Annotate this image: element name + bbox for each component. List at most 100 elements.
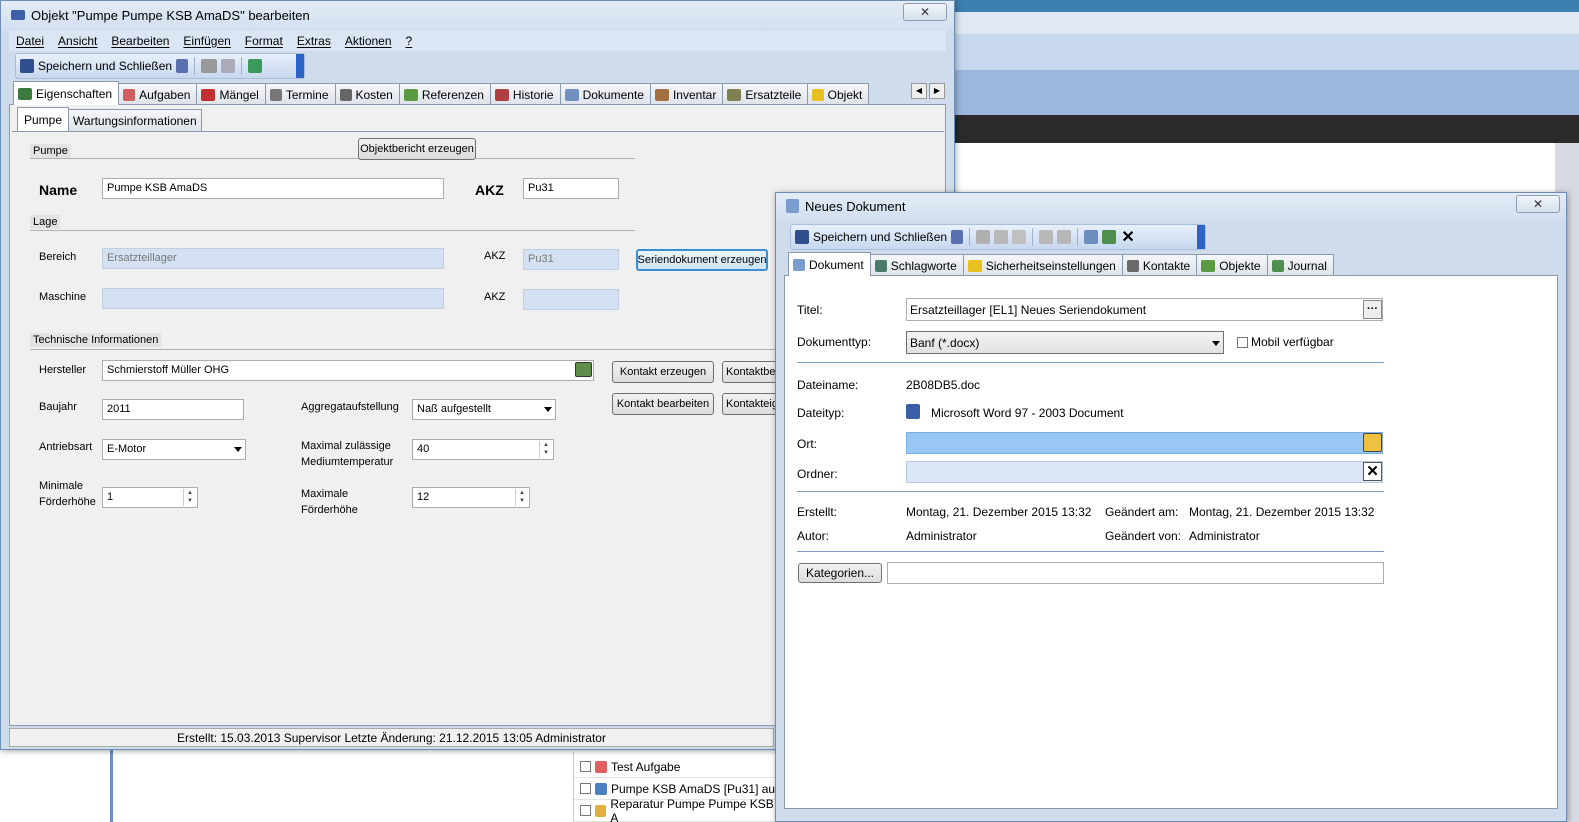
menu-help[interactable]: ? bbox=[399, 34, 420, 48]
contact-card-icon[interactable] bbox=[575, 362, 592, 377]
save-close-button[interactable]: Speichern und Schließen bbox=[38, 59, 172, 73]
close-button[interactable]: ✕ bbox=[1516, 195, 1560, 213]
spin-arrows-icon[interactable]: ▲ ▼ bbox=[539, 441, 552, 458]
ort-field[interactable] bbox=[906, 432, 1383, 454]
tab-label: Mängel bbox=[219, 87, 259, 102]
attach-icon[interactable] bbox=[1102, 230, 1117, 244]
checkbox[interactable] bbox=[580, 805, 591, 816]
maxfh-label-line1: Maximale bbox=[301, 488, 349, 500]
copy-icon[interactable] bbox=[994, 230, 1009, 244]
list-item[interactable]: Test Aufgabe bbox=[574, 756, 779, 778]
tab-pumpe[interactable]: Pumpe bbox=[17, 107, 70, 131]
properties-icon bbox=[18, 87, 32, 100]
scroll-left-icon[interactable]: ◀ bbox=[911, 83, 927, 99]
paste-icon[interactable] bbox=[1012, 230, 1027, 244]
checkbox[interactable] bbox=[580, 761, 591, 772]
tab-wartungsinformationen[interactable]: Wartungsinformationen bbox=[68, 109, 202, 131]
tab-ersatzteile[interactable]: Ersatzteile bbox=[722, 83, 809, 105]
undo-icon[interactable] bbox=[1039, 230, 1054, 244]
save-close-button[interactable]: Speichern und Schließen bbox=[813, 230, 947, 244]
kontakt-cut-button-1[interactable]: Kontaktbe bbox=[722, 361, 778, 383]
tab-dokument[interactable]: Dokument bbox=[788, 252, 871, 276]
folder-open-icon[interactable] bbox=[1363, 433, 1382, 452]
tab-objekte[interactable]: Objekte bbox=[1196, 254, 1268, 276]
aggregataufstellung-dropdown[interactable]: Naß aufgestellt bbox=[412, 399, 556, 420]
edit-icon[interactable] bbox=[1084, 230, 1099, 244]
maxfh-stepper[interactable]: 12 ▲ ▼ bbox=[412, 487, 530, 508]
tab-inventar[interactable]: Inventar bbox=[649, 83, 724, 105]
scroll-right-icon[interactable]: ▶ bbox=[929, 83, 945, 99]
main-toolbar: Speichern und Schließen bbox=[15, 53, 305, 79]
antriebsart-dropdown[interactable]: E-Motor bbox=[102, 439, 246, 460]
seriendokument-button[interactable]: Seriendokument erzeugen bbox=[636, 249, 768, 271]
mobil-checkbox[interactable] bbox=[1237, 337, 1248, 348]
geaendert-von-value: Administrator bbox=[1189, 529, 1260, 543]
tab-eigenschaften[interactable]: Eigenschaften bbox=[13, 81, 120, 105]
menu-aktionen[interactable]: Aktionen bbox=[338, 34, 399, 48]
close-button[interactable]: ✕ bbox=[903, 3, 947, 21]
warning-icon bbox=[967, 259, 982, 272]
section-pumpe: Pumpe bbox=[30, 144, 71, 158]
book-icon[interactable] bbox=[951, 230, 964, 244]
maxtemp-stepper[interactable]: 40 ▲ ▼ bbox=[412, 439, 554, 460]
document-app-icon bbox=[786, 199, 799, 213]
cut-icon[interactable] bbox=[976, 230, 991, 244]
spin-arrows-icon[interactable]: ▲ ▼ bbox=[183, 489, 196, 506]
menu-extras[interactable]: Extras bbox=[290, 34, 338, 48]
refresh-icon[interactable] bbox=[248, 59, 263, 73]
clear-icon[interactable]: ✕ bbox=[1363, 462, 1382, 481]
background-dark-bar bbox=[955, 115, 1579, 143]
menu-bearbeiten[interactable]: Bearbeiten bbox=[104, 34, 176, 48]
tab-termine[interactable]: Termine bbox=[264, 83, 336, 105]
kontakt-erzeugen-button[interactable]: Kontakt erzeugen bbox=[612, 361, 714, 383]
maschine-label: Maschine bbox=[39, 291, 87, 303]
dropdown-value: E-Motor bbox=[107, 443, 147, 455]
menu-datei[interactable]: Datei bbox=[9, 34, 51, 48]
tab-label: Historie bbox=[512, 87, 554, 102]
dokumenttyp-dropdown[interactable]: Banf (*.docx) bbox=[906, 331, 1224, 354]
menu-einfuegen[interactable]: Einfügen bbox=[176, 34, 237, 48]
akz-field[interactable]: Pu31 bbox=[523, 178, 619, 199]
tab-kosten[interactable]: Kosten bbox=[334, 83, 400, 105]
list-item[interactable]: Reparatur Pumpe Pumpe KSB A bbox=[574, 797, 779, 822]
baujahr-field[interactable]: 2011 bbox=[102, 399, 244, 420]
dokumenttyp-label: Dokumenttyp: bbox=[797, 335, 872, 349]
ordner-field[interactable] bbox=[906, 461, 1383, 483]
kategorien-field[interactable] bbox=[887, 562, 1384, 584]
tab-schlagworte[interactable]: Schlagworte bbox=[869, 254, 964, 276]
tab-label: Kosten bbox=[355, 87, 393, 102]
menu-format[interactable]: Format bbox=[238, 34, 290, 48]
menu-ansicht[interactable]: Ansicht bbox=[51, 34, 104, 48]
titel-field[interactable]: Ersatzteillager [EL1] Neues Seriendokume… bbox=[906, 298, 1383, 321]
tab-label: Aufgaben bbox=[139, 87, 191, 102]
tab-referenzen[interactable]: Referenzen bbox=[398, 83, 491, 105]
ellipsis-button[interactable]: ··· bbox=[1363, 300, 1382, 319]
hersteller-field[interactable]: Schmierstoff Müller OHG bbox=[102, 360, 594, 381]
tab-kontakte[interactable]: Kontakte bbox=[1121, 254, 1198, 276]
book-icon[interactable] bbox=[176, 59, 189, 73]
background-app-header bbox=[955, 0, 1579, 115]
tab-objekt[interactable]: Objekt bbox=[807, 83, 870, 105]
tab-journal[interactable]: Journal bbox=[1266, 254, 1334, 276]
kategorien-button[interactable]: Kategorien... bbox=[798, 563, 882, 583]
print-icon[interactable] bbox=[201, 59, 218, 73]
tab-label: Pumpe bbox=[24, 112, 63, 127]
window-titlebar: Objekt "Pumpe Pumpe KSB AmaDS" bearbeite… bbox=[1, 1, 954, 29]
inventory-icon bbox=[654, 88, 669, 101]
delete-icon[interactable]: ✕ bbox=[1120, 227, 1136, 247]
kontakt-bearbeiten-button[interactable]: Kontakt bearbeiten bbox=[612, 393, 714, 415]
objektbericht-button[interactable]: Objektbericht erzeugen bbox=[358, 138, 476, 160]
tab-maengel[interactable]: Mängel bbox=[196, 83, 266, 105]
tab-aufgaben[interactable]: Aufgaben bbox=[118, 83, 198, 105]
toolbar-grip bbox=[1197, 225, 1205, 249]
spin-arrows-icon[interactable]: ▲ ▼ bbox=[515, 489, 528, 506]
kontakt-cut-button-2[interactable]: Kontakteig bbox=[722, 393, 778, 415]
print-preview-icon[interactable] bbox=[221, 59, 236, 73]
redo-icon[interactable] bbox=[1057, 230, 1072, 244]
checkbox[interactable] bbox=[580, 783, 591, 794]
name-field[interactable]: Pumpe KSB AmaDS bbox=[102, 178, 444, 199]
tab-dokumente[interactable]: Dokumente bbox=[559, 83, 651, 105]
minfh-stepper[interactable]: 1 ▲ ▼ bbox=[102, 487, 198, 508]
tab-historie[interactable]: Historie bbox=[489, 83, 561, 105]
tab-sicherheitseinstellungen[interactable]: Sicherheitseinstellungen bbox=[962, 254, 1123, 276]
